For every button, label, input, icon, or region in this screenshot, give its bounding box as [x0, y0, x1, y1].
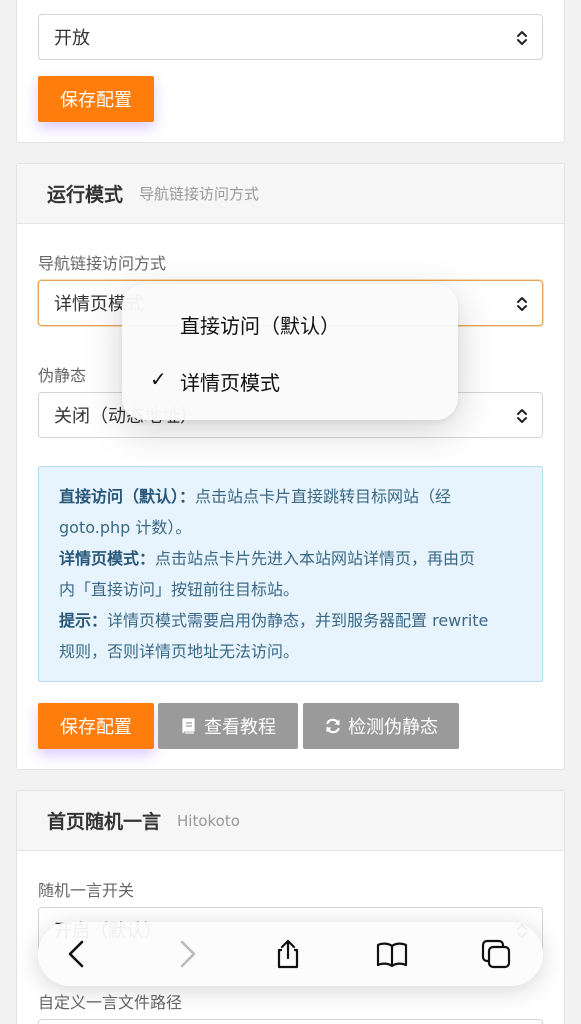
access-mode-label: 导航链接访问方式 — [38, 254, 167, 273]
save-button-label: 保存配置 — [60, 90, 132, 111]
chevron-updown-icon — [517, 409, 527, 423]
bookmarks-icon[interactable] — [376, 938, 408, 970]
check-rewrite-button[interactable]: 检测伪静态 — [303, 703, 459, 749]
rewrite-label: 伪静态 — [38, 366, 87, 385]
info-text: 点击站点卡片先进入本站网站详情页，再由页 — [155, 549, 476, 568]
info-line: 规则，否则详情页地址无法访问。 — [59, 642, 300, 661]
share-icon[interactable] — [272, 938, 304, 970]
info-box: 直接访问（默认）：点击站点卡片直接跳转目标网站（经 goto.php 计数）。 … — [38, 466, 543, 682]
run-mode-header: 运行模式 导航链接访问方式 — [17, 164, 564, 224]
info-line: goto.php 计数）。 — [59, 518, 192, 537]
hitokoto-path-input[interactable] — [38, 1019, 543, 1024]
save-button-label: 保存配置 — [60, 717, 132, 738]
save-button[interactable]: 保存配置 — [38, 703, 154, 749]
dropdown-option-direct[interactable]: 直接访问（默认） — [180, 310, 340, 339]
book-icon — [182, 718, 195, 734]
forward-icon[interactable] — [170, 938, 202, 970]
checkmark-icon: ✓ — [150, 367, 167, 391]
chevron-updown-icon — [517, 297, 527, 311]
card-title: 运行模式 — [47, 184, 124, 206]
info-text: 详情页模式需要启用伪静态，并到服务器配置 rewrite — [107, 611, 489, 630]
info-line: 详情页模式：点击站点卡片先进入本站网站详情页，再由页 — [59, 543, 522, 574]
info-line: 提示：详情页模式需要启用伪静态，并到服务器配置 rewrite — [59, 605, 522, 636]
info-key: 直接访问（默认）： — [59, 487, 196, 506]
status-select[interactable]: 开放 — [38, 14, 543, 60]
save-button[interactable]: 保存配置 — [38, 76, 154, 122]
info-key: 提示： — [59, 611, 108, 630]
select-dropdown-menu: 直接访问（默认） ✓ 详情页模式 — [122, 284, 458, 420]
card-subtitle: 导航链接访问方式 — [139, 185, 260, 203]
chevron-updown-icon — [517, 31, 527, 45]
tutorial-button-label: 查看教程 — [204, 717, 276, 738]
card-subtitle: Hitokoto — [177, 811, 240, 830]
back-icon[interactable] — [62, 938, 94, 970]
tutorial-button[interactable]: 查看教程 — [158, 703, 298, 749]
tabs-icon[interactable] — [480, 938, 512, 970]
card-title: 首页随机一言 — [47, 811, 162, 833]
status-select-value: 开放 — [54, 28, 90, 49]
run-mode-card: 运行模式 导航链接访问方式 导航链接访问方式 详情页模式 伪静态 关闭（动态地址… — [16, 163, 565, 770]
info-text: 点击站点卡片直接跳转目标网站（经 — [195, 487, 452, 506]
info-key: 详情页模式： — [59, 549, 156, 568]
hitokoto-switch-label: 随机一言开关 — [38, 881, 135, 900]
dropdown-option-detail[interactable]: 详情页模式 — [180, 367, 280, 396]
info-line: 直接访问（默认）：点击站点卡片直接跳转目标网站（经 — [59, 481, 522, 512]
site-status-card: 开放 保存配置 — [16, 0, 565, 143]
refresh-icon — [326, 718, 340, 734]
hitokoto-path-label: 自定义一言文件路径 — [38, 993, 183, 1012]
hitokoto-card: 首页随机一言 Hitokoto 随机一言开关 开启（默认） 自定义一言文件路径 — [16, 790, 565, 1024]
hitokoto-header: 首页随机一言 Hitokoto — [17, 791, 564, 851]
browser-toolbar — [38, 922, 543, 986]
check-rewrite-label: 检测伪静态 — [348, 717, 438, 738]
info-line: 内「直接访问」按钮前往目标站。 — [59, 580, 300, 599]
